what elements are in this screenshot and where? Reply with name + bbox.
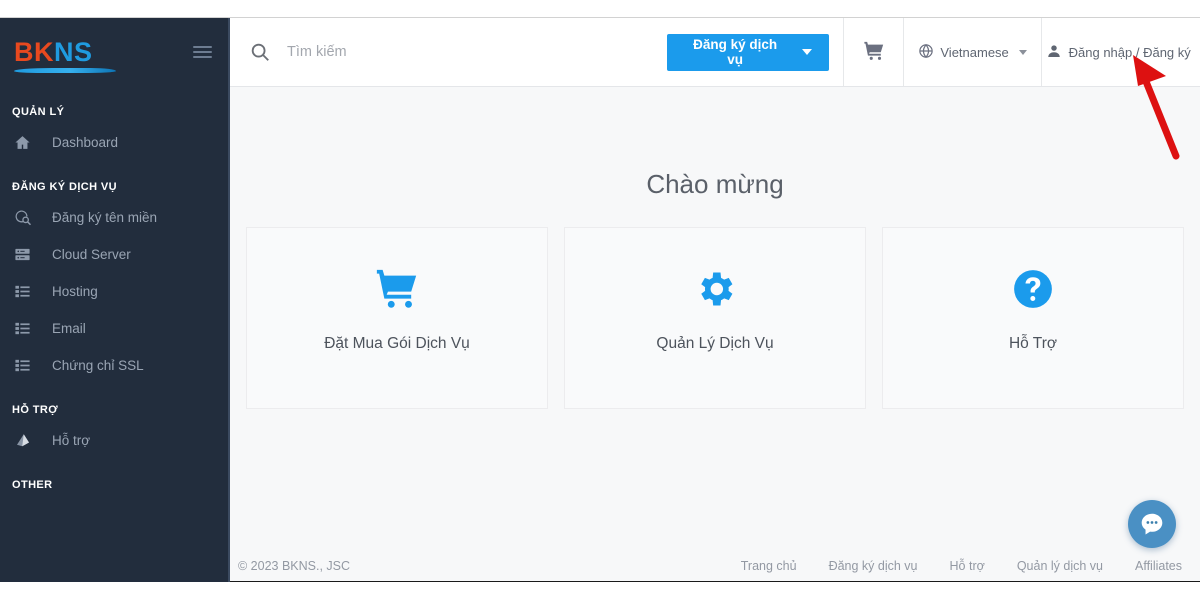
footer-link-trang-chu[interactable]: Trang chủ [741, 559, 797, 573]
sidebar-item-label: Hỗ trợ [52, 433, 91, 448]
top-chrome-strip [0, 0, 1200, 18]
footer: © 2023 BKNS., JSC Trang chủ Đăng ký dịch… [230, 549, 1200, 582]
sidebar-section-label-other: OTHER [12, 479, 53, 491]
hamburger-icon[interactable] [193, 46, 212, 58]
sidebar-item-label: Chứng chỉ SSL [52, 358, 144, 373]
sidebar-item-label: Hosting [52, 284, 98, 299]
card-quan-ly-dich-vu[interactable]: Quản Lý Dịch Vụ [564, 227, 866, 409]
sidebar-item-dashboard[interactable]: Dashboard [0, 124, 230, 161]
footer-link-ho-tro[interactable]: Hỗ trợ [950, 559, 985, 573]
sidebar-item-label: Email [52, 321, 86, 336]
card-label: Quản Lý Dịch Vụ [656, 335, 774, 352]
chevron-down-icon [1018, 49, 1027, 55]
chat-bubble-icon [1137, 509, 1167, 539]
main-content: Chào mừng Đặt Mua Gói Dịch Vụ Quản Lý Dị… [230, 87, 1200, 549]
card-dat-mua-goi-dich-vu[interactable]: Đặt Mua Gói Dịch Vụ [246, 227, 548, 409]
top-header: Đăng ký dịch vụ Vietnamese [230, 18, 1200, 86]
chat-widget-button[interactable] [1128, 500, 1176, 548]
search-input[interactable] [287, 44, 667, 60]
globe-icon [918, 43, 934, 62]
sidebar-item-chung-chi-ssl[interactable]: Chứng chỉ SSL [0, 347, 230, 384]
card-label: Hỗ Trợ [1008, 335, 1058, 352]
logo-text-ns: NS [54, 36, 93, 67]
cart-icon [374, 263, 420, 315]
login-register-label: Đăng nhập / Đăng ký [1068, 44, 1191, 60]
footer-links: Trang chủ Đăng ký dịch vụ Hỗ trợ Quản lý… [741, 559, 1182, 573]
gear-icon [693, 263, 737, 315]
card-ho-tro[interactable]: Hỗ Trợ [882, 227, 1184, 409]
sidebar-item-cloud-server[interactable]: Cloud Server [0, 236, 230, 273]
sidebar-item-dang-ky-ten-mien[interactable]: Đăng ký tên miền [0, 199, 230, 236]
footer-link-dang-ky-dich-vu[interactable]: Đăng ký dịch vụ [829, 559, 918, 573]
logo-text-bk: BK [14, 36, 54, 67]
card-label: Đặt Mua Gói Dịch Vụ [324, 335, 470, 352]
sidebar-item-label: Cloud Server [52, 247, 131, 262]
hamburger-bar [193, 51, 212, 53]
sidebar: BKNS QUẢN LÝ Dashboard ĐĂNG KÝ DỊCH VỤ Đ… [0, 18, 230, 582]
list-icon [14, 320, 40, 337]
language-selector[interactable]: Vietnamese [902, 18, 1042, 86]
domain-search-icon [14, 209, 40, 227]
register-service-label: Đăng ký dịch vụ [693, 37, 778, 67]
shortcut-cards: Đặt Mua Gói Dịch Vụ Quản Lý Dịch Vụ Hỗ T… [230, 200, 1200, 409]
register-service-button[interactable]: Đăng ký dịch vụ [667, 33, 830, 71]
footer-link-affiliates[interactable]: Affiliates [1135, 559, 1182, 573]
search-area [230, 18, 667, 86]
sidebar-item-label: Đăng ký tên miền [52, 210, 158, 225]
cart-icon [863, 40, 885, 65]
search-icon[interactable] [249, 41, 271, 63]
sidebar-section-label-quan-ly: QUẢN LÝ [12, 106, 65, 118]
sidebar-item-ho-tro[interactable]: Hỗ trợ [0, 422, 230, 459]
sidebar-section-label-ho-tro: HỖ TRỢ [12, 404, 59, 416]
question-circle-icon [1011, 263, 1055, 315]
sidebar-item-email[interactable]: Email [0, 310, 230, 347]
support-icon [14, 432, 40, 450]
sidebar-section-label-dang-ky-dich-vu: ĐĂNG KÝ DỊCH VỤ [12, 181, 118, 193]
server-icon [14, 246, 40, 263]
language-label: Vietnamese [940, 44, 1009, 60]
footer-link-quan-ly-dich-vu[interactable]: Quản lý dịch vụ [1017, 559, 1103, 573]
sidebar-item-label: Dashboard [52, 135, 119, 150]
list-icon [14, 283, 40, 300]
home-icon [14, 134, 40, 151]
cart-button[interactable] [843, 18, 902, 86]
logo-swoosh [14, 67, 116, 73]
page-title: Chào mừng [646, 169, 784, 199]
sidebar-brand-row: BKNS [0, 18, 230, 86]
bkns-logo[interactable]: BKNS [14, 36, 116, 73]
login-register-button[interactable]: Đăng nhập / Đăng ký [1041, 18, 1200, 86]
footer-copyright: © 2023 BKNS., JSC [238, 558, 351, 573]
chevron-down-icon [802, 49, 813, 55]
sidebar-item-hosting[interactable]: Hosting [0, 273, 230, 310]
hamburger-bar [193, 56, 212, 58]
bottom-chrome-strip [0, 582, 1200, 600]
app-root: BKNS QUẢN LÝ Dashboard ĐĂNG KÝ DỊCH VỤ Đ… [0, 0, 1200, 600]
list-icon [14, 357, 40, 374]
hamburger-bar [193, 46, 212, 48]
user-icon [1046, 43, 1062, 62]
